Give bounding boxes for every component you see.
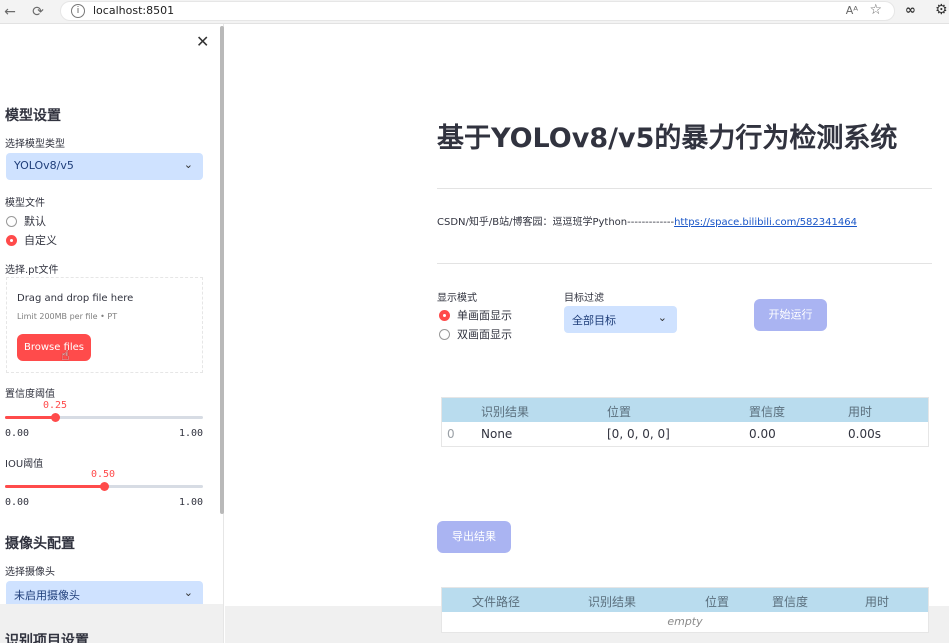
- cell-result: None: [481, 427, 513, 441]
- favorite-star-icon[interactable]: ☆: [869, 2, 882, 18]
- target-filter-value: 全部目标: [572, 314, 616, 327]
- display-mode-label: 显示模式: [437, 293, 477, 304]
- pt-file-label: 选择.pt文件: [5, 265, 59, 276]
- main-content: 基于YOLOv8/v5的暴力行为检测系统 CSDN/知乎/B站/博客园：逗逗班学…: [225, 24, 949, 643]
- file-uploader-dropzone[interactable]: Drag and drop file here Limit 200MB per …: [6, 277, 203, 373]
- row-index: 0: [447, 427, 455, 441]
- recognition-settings-heading: 识别项目设置: [5, 633, 89, 643]
- browser-toolbar: ← ⟳ i localhost:8501 Aᴬ ☆ ∞ ⚙: [0, 0, 949, 24]
- model-file-label: 模型文件: [5, 198, 45, 209]
- camera-label: 选择摄像头: [5, 567, 55, 578]
- results-table-header: 识别结果 位置 置信度 用时: [442, 398, 928, 422]
- empty-state: empty: [667, 615, 703, 628]
- radio-label: 双画面显示: [457, 328, 512, 341]
- extension-infinity-icon[interactable]: ∞: [905, 3, 916, 18]
- back-icon[interactable]: ←: [0, 2, 20, 22]
- confidence-label: 置信度阈值: [5, 389, 55, 400]
- info-icon[interactable]: i: [71, 4, 85, 18]
- confidence-value: 0.25: [43, 400, 68, 411]
- radio-label: 默认: [24, 215, 46, 228]
- cell-position: [0, 0, 0, 0]: [607, 427, 670, 441]
- results-table: 识别结果 位置 置信度 用时 0 None [0, 0, 0, 0] 0.00 …: [441, 397, 929, 447]
- camera-heading: 摄像头配置: [5, 536, 75, 552]
- column-header: 识别结果: [481, 405, 530, 419]
- dropzone-title: Drag and drop file here: [17, 293, 134, 304]
- bilibili-link[interactable]: https://space.bilibili.com/582341464: [674, 217, 857, 228]
- export-results-button[interactable]: 导出结果: [437, 521, 511, 553]
- column-header: 用时: [865, 595, 890, 609]
- iou-value: 0.50: [91, 469, 116, 480]
- column-header: 置信度: [772, 595, 809, 609]
- column-header: 文件路径: [472, 595, 521, 609]
- iou-slider[interactable]: [5, 482, 203, 491]
- page-title: 基于YOLOv8/v5的暴力行为检测系统: [437, 123, 898, 154]
- model-settings-heading: 模型设置: [5, 108, 61, 124]
- table-row: 0 None [0, 0, 0, 0] 0.00 0.00s: [442, 422, 928, 446]
- radio-selected-icon: [439, 309, 450, 321]
- column-header: 识别结果: [588, 595, 637, 609]
- model-type-label: 选择模型类型: [5, 139, 65, 150]
- radio-icon: [6, 215, 17, 227]
- close-sidebar-icon[interactable]: ✕: [196, 32, 209, 51]
- confidence-fill: [5, 416, 55, 419]
- radio-label: 单画面显示: [457, 309, 512, 322]
- cell-time: 0.00s: [848, 427, 881, 441]
- browse-files-button[interactable]: Browse files: [17, 334, 91, 361]
- files-table-header: 文件路径 识别结果 位置 置信度 用时: [442, 588, 928, 612]
- confidence-max: 1.00: [179, 428, 204, 439]
- files-table: 文件路径 识别结果 位置 置信度 用时 empty: [441, 587, 929, 633]
- model-type-select[interactable]: YOLOv8/v5 ⌄: [6, 153, 203, 180]
- settings-gear-icon[interactable]: ⚙: [935, 2, 948, 18]
- target-filter-label: 目标过滤: [564, 293, 604, 304]
- iou-fill: [5, 485, 104, 488]
- model-type-value: YOLOv8/v5: [14, 159, 74, 172]
- iou-label: IOU阈值: [5, 459, 44, 470]
- radio-selected-icon: [6, 234, 17, 246]
- reload-icon[interactable]: ⟳: [28, 2, 48, 22]
- model-file-option-default[interactable]: 默认: [6, 214, 46, 228]
- start-run-button[interactable]: 开始运行: [754, 299, 827, 331]
- display-mode-single[interactable]: 单画面显示: [439, 308, 512, 322]
- radio-label: 自定义: [24, 234, 57, 247]
- iou-min: 0.00: [5, 497, 30, 508]
- camera-value: 未启用摄像头: [14, 589, 80, 602]
- author-prefix: CSDN/知乎/B站/博客园：逗逗班学Python-------------: [437, 217, 675, 228]
- chevron-down-icon: ⌄: [183, 586, 193, 599]
- chevron-down-icon: ⌄: [657, 311, 667, 324]
- address-bar[interactable]: i localhost:8501 Aᴬ ☆: [60, 1, 895, 21]
- confidence-min: 0.00: [5, 428, 30, 439]
- divider: [437, 188, 932, 189]
- cell-confidence: 0.00: [749, 427, 776, 441]
- radio-icon: [439, 328, 450, 340]
- dropzone-limit: Limit 200MB per file • PT: [17, 312, 118, 321]
- display-mode-dual[interactable]: 双画面显示: [439, 327, 512, 341]
- author-line: CSDN/知乎/B站/博客园：逗逗班学Python-------------ht…: [437, 213, 857, 228]
- column-header: 置信度: [749, 405, 786, 419]
- sidebar-scrollbar[interactable]: [220, 26, 224, 514]
- url-text: localhost:8501: [93, 4, 175, 17]
- reader-mode-icon[interactable]: Aᴬ: [846, 4, 858, 17]
- confidence-slider[interactable]: [5, 413, 203, 422]
- divider: [437, 263, 932, 264]
- model-file-option-custom[interactable]: 自定义: [6, 233, 57, 247]
- sidebar: ✕ 模型设置 选择模型类型 YOLOv8/v5 ⌄ 模型文件 默认 自定义 选择…: [0, 24, 224, 643]
- target-filter-select[interactable]: 全部目标 ⌄: [564, 306, 677, 333]
- iou-thumb[interactable]: [100, 482, 109, 491]
- column-header: 用时: [848, 405, 873, 419]
- hand-cursor-icon: ☝: [61, 348, 70, 364]
- column-header: 位置: [705, 595, 730, 609]
- chevron-down-icon: ⌄: [183, 158, 193, 171]
- column-header: 位置: [607, 405, 632, 419]
- iou-max: 1.00: [179, 497, 204, 508]
- confidence-thumb[interactable]: [50, 413, 60, 422]
